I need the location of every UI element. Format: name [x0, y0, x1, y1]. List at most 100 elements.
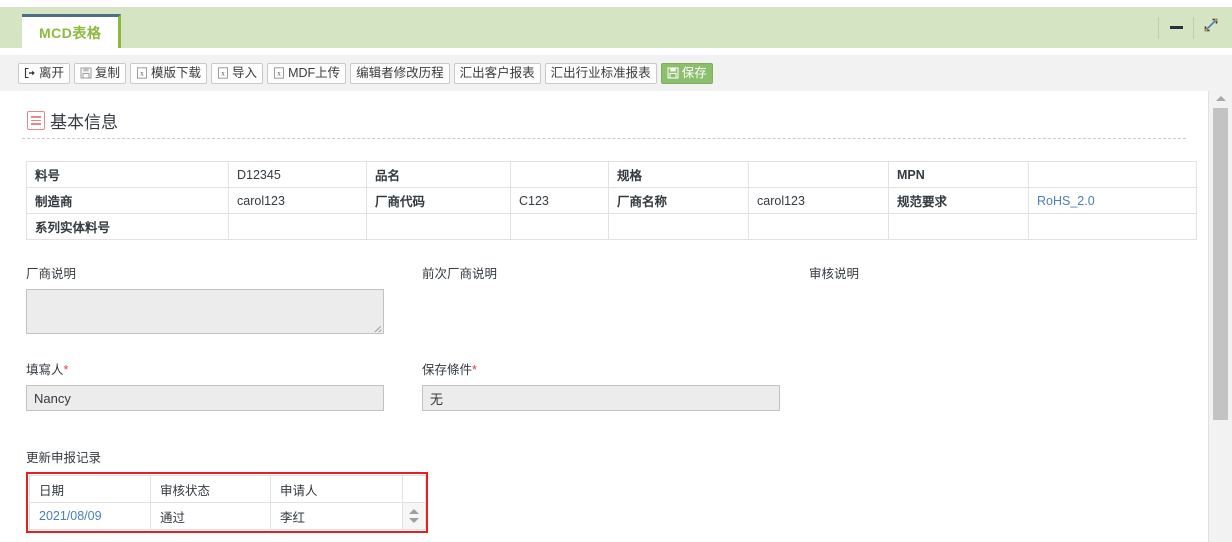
svg-text:x: x	[140, 69, 144, 78]
vendor-note-label: 厂商说明	[26, 267, 77, 281]
toolbar-button-editor-history[interactable]: 编辑者修改历程	[350, 62, 450, 84]
section-basic-info-header: 基本信息	[27, 108, 118, 133]
cell-label-vendor-name: 厂商名称	[608, 187, 749, 214]
cell-value-vendor-code[interactable]: C123	[510, 187, 609, 214]
cell-label-spec-requirement: 规范要求	[888, 187, 1029, 214]
record-date-link[interactable]: 2021/08/09	[39, 509, 102, 523]
cell-value-vendor-name[interactable]: carol123	[748, 187, 889, 214]
storage-label-text: 保存條件	[422, 363, 473, 377]
svg-text:x: x	[277, 69, 281, 78]
toolbar-button-template-download[interactable]: x 模版下载	[130, 62, 208, 84]
excel-x-icon: x	[217, 67, 229, 79]
filler-label-text: 填寫人	[26, 363, 64, 377]
table-row: 系列实体料号	[26, 213, 1197, 240]
storage-field-group: 保存條件* 无	[422, 359, 780, 411]
exit-arrow-icon	[24, 67, 36, 79]
cell-value-product-name[interactable]	[510, 161, 609, 188]
cell-label-part-number: 料号	[26, 161, 229, 188]
column-header-applicant[interactable]: 申请人	[270, 475, 403, 503]
cell-label-product-name: 品名	[366, 161, 511, 188]
form-body: 基本信息 料号 D12345 品名 规格 MPN 制造商 carol123 厂商…	[0, 91, 1208, 542]
cell-empty-8	[1028, 213, 1197, 240]
scroll-up-button[interactable]	[1209, 91, 1232, 106]
list-document-icon	[27, 111, 45, 130]
review-note-group: 审核说明	[809, 263, 859, 289]
toolbar-button-copy-label: 复制	[95, 65, 121, 80]
filler-input[interactable]: Nancy	[26, 385, 384, 411]
copy-save-icon	[80, 67, 92, 79]
toolbar-button-leave-label: 离开	[39, 65, 65, 80]
spinner-up-icon[interactable]	[409, 509, 419, 514]
update-record-table: 日期 审核状态 申请人 2021/08/09 通过 李红	[29, 475, 426, 530]
cell-label-mpn: MPN	[888, 161, 1029, 188]
prev-vendor-note-group: 前次厂商说明	[422, 263, 497, 289]
update-record-caption: 更新申报记录	[26, 451, 102, 465]
cell-value-manufacturer[interactable]: carol123	[228, 187, 367, 214]
storage-input[interactable]: 无	[422, 385, 780, 411]
excel-x-icon: x	[273, 67, 285, 79]
toolbar-button-mdf-upload-label: MDF上传	[288, 65, 341, 80]
save-disk-icon	[667, 67, 679, 79]
spec-requirement-link[interactable]: RoHS_2.0	[1037, 194, 1095, 208]
scrollbar-thumb[interactable]	[1213, 108, 1228, 420]
cell-value-mpn[interactable]	[1028, 161, 1197, 188]
vendor-note-textarea[interactable]	[26, 289, 384, 334]
cell-value-part-number[interactable]: D12345	[228, 161, 367, 188]
toolbar-button-export-industry-report-label: 汇出行业标准报表	[550, 65, 651, 80]
table-row: 2021/08/09 通过 李红	[29, 502, 426, 530]
basic-info-table: 料号 D12345 品名 规格 MPN 制造商 carol123 厂商代码 C1…	[26, 161, 1197, 240]
maximize-button[interactable]	[1196, 13, 1226, 43]
cell-empty-7	[888, 213, 1029, 240]
filler-input-value: Nancy	[34, 390, 71, 406]
row-spinner[interactable]	[402, 502, 426, 530]
toolbar-button-save[interactable]: 保存	[660, 62, 713, 84]
tab-mcd-form[interactable]: MCD表格	[22, 14, 122, 48]
toolbar: 离开 复制 x 模版下载 x 导入 x MDF上传 编辑者修改历程 汇出客户报表…	[0, 55, 1232, 91]
cell-value-series-entity-part-number[interactable]	[228, 213, 367, 240]
cell-label-manufacturer: 制造商	[26, 187, 229, 214]
control-divider-left	[1158, 16, 1159, 39]
spinner-down-icon[interactable]	[409, 518, 419, 523]
storage-input-value: 无	[430, 391, 444, 407]
cell-applicant: 李红	[270, 502, 403, 530]
cell-date[interactable]: 2021/08/09	[29, 502, 151, 530]
window-controls	[1156, 7, 1226, 48]
toolbar-button-copy[interactable]: 复制	[74, 62, 127, 84]
table-row: 制造商 carol123 厂商代码 C123 厂商名称 carol123 规范要…	[26, 187, 1197, 214]
notes-row: 厂商说明 前次厂商说明 审核说明	[26, 263, 1186, 345]
column-header-review-status[interactable]: 审核状态	[150, 475, 271, 503]
review-note-label: 审核说明	[809, 267, 860, 281]
toolbar-button-leave[interactable]: 离开	[18, 62, 71, 84]
toolbar-button-import-label: 导入	[232, 65, 258, 80]
cell-empty-3	[366, 213, 511, 240]
toolbar-button-export-customer-report[interactable]: 汇出客户报表	[453, 62, 541, 84]
toolbar-button-save-label: 保存	[681, 65, 707, 80]
toolbar-button-mdf-upload[interactable]: x MDF上传	[267, 62, 347, 84]
toolbar-button-import[interactable]: x 导入	[211, 62, 264, 84]
resize-grip-icon[interactable]	[372, 322, 382, 332]
mcd-form-window: MCD表格 离开 复制 x 模版下载 x 导入 x MDF上传 编辑者修改历程 …	[0, 0, 1232, 542]
cell-value-spec-requirement[interactable]: RoHS_2.0	[1028, 187, 1197, 214]
minimize-icon	[1169, 26, 1183, 29]
filler-required-mark: *	[63, 363, 69, 377]
toolbar-button-export-customer-report-label: 汇出客户报表	[459, 65, 535, 80]
section-divider	[22, 138, 1186, 139]
cell-empty-4	[510, 213, 609, 240]
cell-review-status: 通过	[150, 502, 271, 530]
filler-label: 填寫人*	[26, 359, 384, 378]
svg-text:x: x	[221, 69, 225, 78]
cell-empty-6	[748, 213, 889, 240]
required-fields-row: 填寫人* Nancy 保存條件* 无	[26, 359, 1186, 419]
toolbar-button-export-industry-report[interactable]: 汇出行业标准报表	[544, 62, 657, 84]
column-header-date[interactable]: 日期	[29, 475, 151, 503]
table-row: 料号 D12345 品名 规格 MPN	[26, 161, 1197, 188]
cell-label-vendor-code: 厂商代码	[366, 187, 511, 214]
vertical-scrollbar[interactable]	[1208, 91, 1232, 542]
update-record-highlight-box: 日期 审核状态 申请人 2021/08/09 通过 李红	[26, 472, 428, 533]
minimize-button[interactable]	[1161, 13, 1191, 43]
tab-label: MCD表格	[39, 24, 102, 41]
toolbar-button-editor-history-label: 编辑者修改历程	[356, 65, 444, 80]
cell-value-specification[interactable]	[748, 161, 889, 188]
filler-field-group: 填寫人* Nancy	[26, 359, 384, 411]
excel-x-icon: x	[136, 67, 148, 79]
